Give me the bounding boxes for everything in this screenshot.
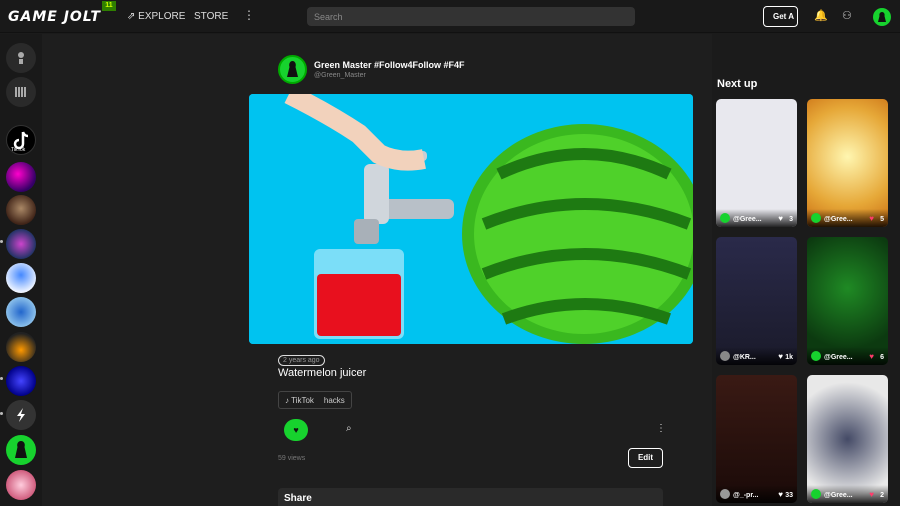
user-avatar[interactable] [873, 8, 891, 26]
card-like-count: 33 [785, 492, 793, 499]
home-icon [18, 52, 24, 64]
next-up-card[interactable]: @_-pr... ♥ 33 [716, 375, 797, 503]
search-input[interactable] [307, 7, 635, 26]
sidebar-community-avatar[interactable] [6, 366, 36, 396]
heart-icon: ♥ [293, 425, 299, 435]
share-title: Share [284, 493, 312, 504]
comment-icon: ⌕ [346, 423, 352, 434]
sidebar-item-label: TikTok [11, 147, 26, 153]
sidebar-community-avatar[interactable] [6, 470, 36, 500]
heart-icon: ♥ [778, 352, 783, 361]
card-author-avatar [811, 351, 821, 361]
card-author-avatar [811, 213, 821, 223]
post-caption: Watermelon juicer [278, 367, 367, 379]
get-app-button[interactable]: Get A [763, 6, 798, 27]
notification-count-badge: 11 [102, 1, 116, 11]
card-author-avatar [720, 351, 730, 361]
card-like-count: 2 [880, 492, 884, 499]
unread-indicator [0, 240, 3, 243]
card-author-avatar [720, 489, 730, 499]
card-author-name: @Gree... [824, 492, 853, 499]
sidebar-community-avatar[interactable] [6, 229, 36, 259]
next-up-card[interactable]: @KR... ♥ 1k [716, 237, 797, 365]
more-menu-icon[interactable]: ⋮ [243, 8, 255, 22]
card-author-avatar [811, 489, 821, 499]
sidebar-community-avatar[interactable] [6, 332, 36, 362]
compass-icon: ⇗ [127, 11, 139, 22]
card-author-name: @_-pr... [733, 492, 759, 499]
tag-hacks[interactable]: hacks [324, 396, 345, 405]
heart-icon: ♥ [869, 214, 874, 223]
friends-icon[interactable]: ⚇ [842, 9, 852, 22]
bell-icon[interactable]: 🔔 [814, 9, 828, 22]
unread-indicator [0, 412, 3, 415]
gamejolt-logo[interactable]: GAME JOLT [8, 9, 101, 25]
top-navigation-bar: GAME JOLT 11 ⇗ EXPLORE STORE ⋮ Get A 🔔 ⚇ [0, 0, 900, 33]
card-author-name: @Gree... [824, 354, 853, 361]
left-sidebar: TikTok [0, 34, 42, 506]
next-up-card[interactable]: @Gree... ♥ 5 [807, 99, 888, 227]
card-author-name: @KR... [733, 354, 756, 361]
heart-icon: ♥ [778, 490, 783, 499]
sidebar-community-avatar[interactable] [6, 162, 36, 192]
like-button[interactable]: ♥ [284, 419, 308, 441]
post-tags: ♪ TikTok hacks [278, 391, 352, 409]
sidebar-gamejolt-community[interactable] [6, 400, 36, 430]
heart-icon: ♥ [869, 352, 874, 361]
logo-text: GAME JOLT [8, 9, 101, 25]
next-up-card[interactable]: @Gree... ♥ 6 [807, 237, 888, 365]
sidebar-community-avatar[interactable] [6, 195, 36, 225]
heart-icon: ♥ [778, 214, 783, 223]
next-up-title: Next up [717, 78, 758, 90]
heart-icon: ♥ [869, 490, 874, 499]
card-like-count: 5 [880, 216, 884, 223]
store-link[interactable]: STORE [194, 11, 228, 22]
card-like-count: 3 [789, 216, 793, 223]
sidebar-home-button[interactable] [6, 43, 36, 73]
card-like-count: 6 [880, 354, 884, 361]
author-handle[interactable]: @Green_Master [314, 72, 366, 79]
video-frame [249, 94, 693, 344]
card-author-name: @Gree... [824, 216, 853, 223]
next-up-card[interactable]: @Gree... ♥ 2 [807, 375, 888, 503]
sidebar-community-avatar[interactable] [6, 297, 36, 327]
sidebar-library-button[interactable] [6, 77, 36, 107]
edit-button[interactable]: Edit [628, 448, 663, 468]
card-author-avatar [720, 213, 730, 223]
author-name[interactable]: Green Master #Follow4Follow #F4F [314, 60, 465, 70]
post-timestamp: 2 years ago [278, 355, 325, 366]
sidebar-community-avatar[interactable] [6, 435, 36, 465]
comment-button[interactable]: ⌕ [346, 423, 352, 434]
next-up-card[interactable]: @Gree... ♥ 3 [716, 99, 797, 227]
tag-tiktok[interactable]: ♪ TikTok [285, 396, 314, 405]
explore-label: EXPLORE [138, 11, 186, 22]
post-options-icon[interactable]: ⋮ [656, 423, 666, 434]
card-author-name: @Gree... [733, 216, 762, 223]
card-like-count: 1k [785, 354, 793, 361]
sidebar-community-avatar[interactable] [6, 263, 36, 293]
author-avatar[interactable] [278, 55, 307, 84]
share-panel: Share [278, 488, 663, 506]
view-count: 59 views [278, 455, 306, 462]
library-icon [15, 87, 26, 97]
explore-link[interactable]: ⇗ EXPLORE [127, 11, 185, 22]
post-video[interactable] [249, 94, 693, 344]
avatar-silhouette-icon [15, 441, 27, 458]
sidebar-item-tiktok[interactable]: TikTok [6, 125, 36, 155]
avatar-silhouette-icon [287, 61, 298, 77]
tag-label: TikTok [291, 395, 314, 405]
unread-indicator [0, 377, 3, 380]
avatar-silhouette-icon [878, 12, 886, 22]
lightning-icon [17, 408, 25, 422]
